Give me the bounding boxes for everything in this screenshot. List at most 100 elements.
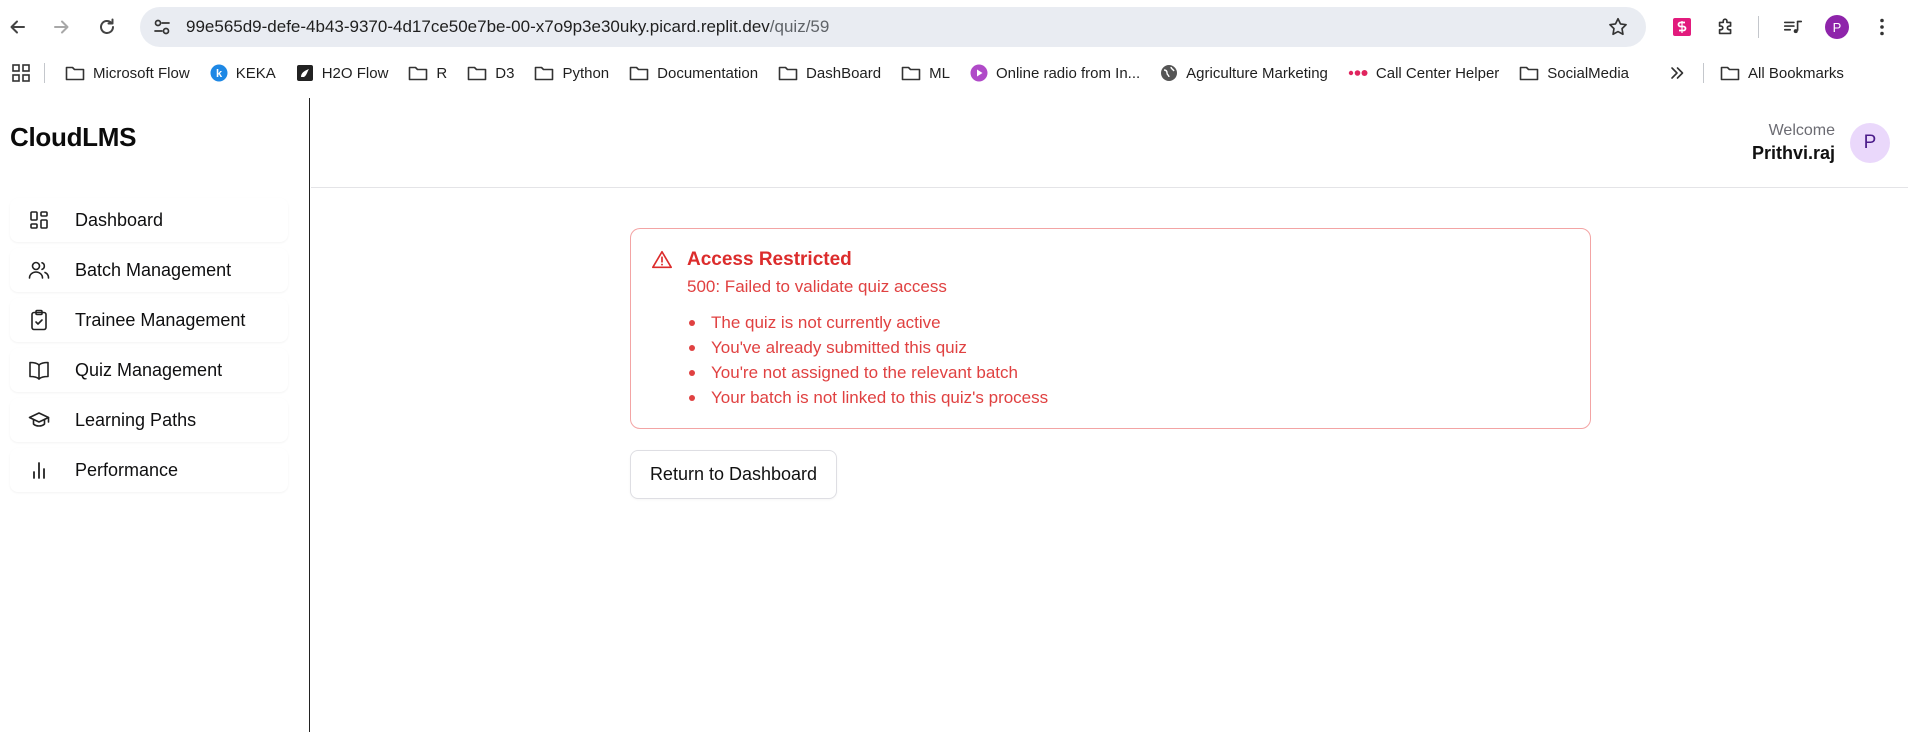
bookmark-item[interactable]: Microsoft Flow [57,58,198,88]
alert-title: Access Restricted [687,249,852,270]
welcome-label: Welcome [1768,122,1835,139]
bookmarks-divider-right [1703,63,1705,83]
bookmark-item[interactable]: SocialMedia [1511,58,1637,88]
svg-text:k: k [216,68,223,80]
browser-menu-button[interactable] [1867,12,1897,42]
queue-music-icon [1783,20,1803,34]
sidebar-item-quiz-management[interactable]: Quiz Management [10,348,288,392]
profile-initial: P [1832,19,1842,35]
reload-icon [100,18,114,34]
bookmark-item[interactable]: Call Center Helper [1340,58,1507,88]
graduation-cap-icon [28,409,50,431]
sidebar-item-label: Dashboard [75,209,164,230]
sidebar-menu: Dashboard Batch Management Trainee Managem… [10,198,288,498]
extension-button[interactable] [1667,12,1697,42]
back-button[interactable] [1,10,35,44]
alert-description: 500: Failed to validate quiz access [687,277,947,296]
folder-icon [534,65,554,81]
bookmark-item[interactable]: Documentation [621,58,766,88]
extension-s-icon [1673,18,1691,36]
folder-icon [65,65,85,81]
puzzle-icon [1718,18,1732,35]
address-bar[interactable]: 99e565d9-defe-4b43-9370-4d17ce50e7be-00-… [140,7,1646,47]
brand-logo: CloudLMS [10,122,137,152]
warning-triangle-icon [652,250,672,269]
apps-button[interactable] [0,58,36,88]
access-alert: Access Restricted 500: Failed to validat… [630,228,1591,429]
url-host: 99e565d9-defe-4b43-9370-4d17ce50e7be-00-… [186,17,770,36]
sidebar-item-label: Learning Paths [75,409,197,430]
user-avatar[interactable]: P [1850,123,1890,163]
bookmark-label: KEKA [235,64,276,82]
bookmark-item[interactable]: ML [893,58,958,88]
bookmark-label: Microsoft Flow [93,64,190,82]
profile-button[interactable]: P [1822,12,1852,42]
folder-icon [408,65,428,81]
bookmark-label: Online radio from In... [995,64,1141,82]
folder-icon [629,65,649,81]
app-root: CloudLMS Dashboard Batch Management Traine… [0,98,1908,732]
sidebar-item-batch-management[interactable]: Batch Management [10,248,288,292]
folder-icon [778,65,798,81]
bookmark-label: Documentation [657,64,759,82]
bar-chart-icon [28,459,50,481]
chevron-double-right-icon [1671,67,1684,79]
star-icon [1609,17,1627,36]
bookmark-label: Call Center Helper [1375,64,1500,82]
bookmark-item[interactable]: k KEKA [202,58,284,88]
kebab-menu-icon [1880,18,1884,36]
bookmark-label: ML [929,64,950,82]
arrow-left-icon [10,20,25,34]
site-info-button[interactable] [142,7,182,47]
toolbar-divider [1758,16,1759,38]
app-header: Welcome Prithvi.raj P [311,98,1908,188]
user-name: Prithvi.raj [1751,143,1835,163]
all-bookmarks-label: All Bookmarks [1748,64,1844,82]
media-controls-button[interactable] [1778,12,1808,42]
bookmark-label: D3 [495,64,515,82]
sidebar-item-label: Quiz Management [75,359,223,380]
bookmark-item[interactable]: R [400,58,455,88]
alert-reason-item: Your batch is not linked to this quiz's … [687,388,1048,413]
sidebar-item-performance[interactable]: Performance [10,448,288,492]
sidebar-item-label: Batch Management [75,259,232,280]
bookmark-item[interactable]: H2O Flow [288,58,397,88]
forward-button[interactable] [44,10,78,44]
avatar-initial: P [1863,132,1877,153]
bookmark-item[interactable]: Online radio from In... [962,58,1148,88]
folder-icon [467,65,487,81]
return-to-dashboard-button[interactable]: Return to Dashboard [630,450,837,499]
bookmark-item[interactable]: Agriculture Marketing [1152,58,1336,88]
more-bookmarks-button[interactable] [1661,58,1693,88]
alert-reason-item: The quiz is not currently active [687,313,1048,338]
url-text[interactable]: 99e565d9-defe-4b43-9370-4d17ce50e7be-00-… [186,17,1598,37]
radio-icon [970,64,988,82]
bookmark-item[interactable]: Python [526,58,617,88]
alert-reason-list: The quiz is not currently active You've a… [687,313,1048,413]
alert-reason-item: You're not assigned to the relevant batc… [687,363,1048,388]
sidebar-item-dashboard[interactable]: Dashboard [10,198,288,242]
bookmarks-divider [44,63,45,83]
sidebar-item-label: Performance [75,459,179,480]
reload-button[interactable] [90,10,124,44]
all-bookmarks-button[interactable]: All Bookmarks [1712,58,1852,88]
bookmarks-bar: Microsoft Flow k KEKA H2O Flow R D3 Python Docu… [0,54,1908,92]
bookmark-label: DashBoard [806,64,882,82]
sidebar-item-label: Trainee Management [75,309,246,330]
sidebar: CloudLMS Dashboard Batch Management Traine… [0,98,310,732]
url-path: /quiz/59 [769,17,830,36]
bookmark-item[interactable]: D3 [459,58,522,88]
arrow-right-icon [54,20,69,34]
bookmark-label: Agriculture Marketing [1186,64,1328,82]
profile-avatar: P [1825,15,1849,39]
dashboard-icon [28,209,50,231]
bookmark-item[interactable]: DashBoard [770,58,889,88]
clipboard-check-icon [28,309,50,331]
sidebar-item-learning-paths[interactable]: Learning Paths [10,398,288,442]
sidebar-item-trainee-management[interactable]: Trainee Management [10,298,288,342]
user-greeting: Welcome Prithvi.raj [1752,122,1835,164]
bookmark-star-button[interactable] [1598,7,1638,47]
extensions-menu-button[interactable] [1711,12,1741,42]
tune-icon [154,19,170,35]
browser-toolbar: 99e565d9-defe-4b43-9370-4d17ce50e7be-00-… [0,0,1908,54]
